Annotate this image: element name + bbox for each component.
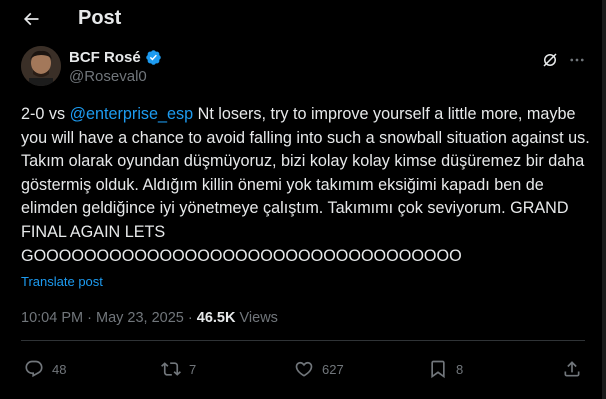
- meta-separator: ·: [187, 310, 193, 326]
- post-date[interactable]: May 23, 2025: [96, 310, 184, 326]
- avatar[interactable]: [21, 46, 61, 86]
- bookmark-icon: [431, 360, 445, 379]
- like-count: 627: [322, 361, 344, 377]
- arrow-left-icon: [23, 12, 39, 26]
- reply-button[interactable]: 48: [24, 357, 66, 381]
- views-label: Views: [239, 310, 278, 326]
- mention-link[interactable]: @enterprise_esp: [70, 105, 194, 123]
- post-body: Nt losers, try to improve yourself a lit…: [21, 105, 590, 265]
- bookmark-count: 8: [456, 361, 464, 377]
- page-title: Post: [78, 7, 122, 29]
- like-button[interactable]: 627: [294, 357, 344, 381]
- bookmark-button[interactable]: 8: [428, 357, 463, 381]
- scrollbar[interactable]: [602, 0, 606, 399]
- post-time[interactable]: 10:04 PM: [21, 310, 83, 326]
- more-options-button[interactable]: [566, 50, 588, 70]
- views-count: 46.5K: [196, 310, 236, 326]
- back-button[interactable]: [18, 6, 44, 32]
- reply-icon: [25, 360, 43, 378]
- post-prefix: 2-0 vs: [21, 105, 70, 123]
- post-meta: 10:04 PM · May 23, 2025 · 46.5K Views: [21, 310, 278, 326]
- verified-badge-icon: [145, 50, 161, 65]
- translate-post-link[interactable]: Translate post: [21, 274, 103, 289]
- author-handle[interactable]: @Roseval0: [69, 68, 147, 85]
- share-icon: [564, 361, 580, 377]
- top-bar: Post: [0, 0, 606, 38]
- author-name[interactable]: BCF Rosé: [69, 49, 162, 66]
- repost-icon: [161, 362, 181, 376]
- author-name-label: BCF Rosé: [69, 49, 141, 66]
- more-dots-icon: [570, 58, 584, 62]
- share-button[interactable]: [562, 357, 582, 381]
- meta-separator: ·: [87, 310, 92, 326]
- post-text: 2-0 vs @enterprise_esp Nt losers, try to…: [21, 103, 591, 268]
- divider: [21, 340, 585, 341]
- avatar-image: [21, 46, 61, 86]
- repost-button[interactable]: 7: [161, 357, 196, 381]
- repost-count: 7: [189, 361, 197, 377]
- reply-count: 48: [52, 361, 67, 377]
- grok-icon: [543, 53, 557, 67]
- grok-button[interactable]: [540, 50, 560, 70]
- heart-icon: [295, 361, 313, 377]
